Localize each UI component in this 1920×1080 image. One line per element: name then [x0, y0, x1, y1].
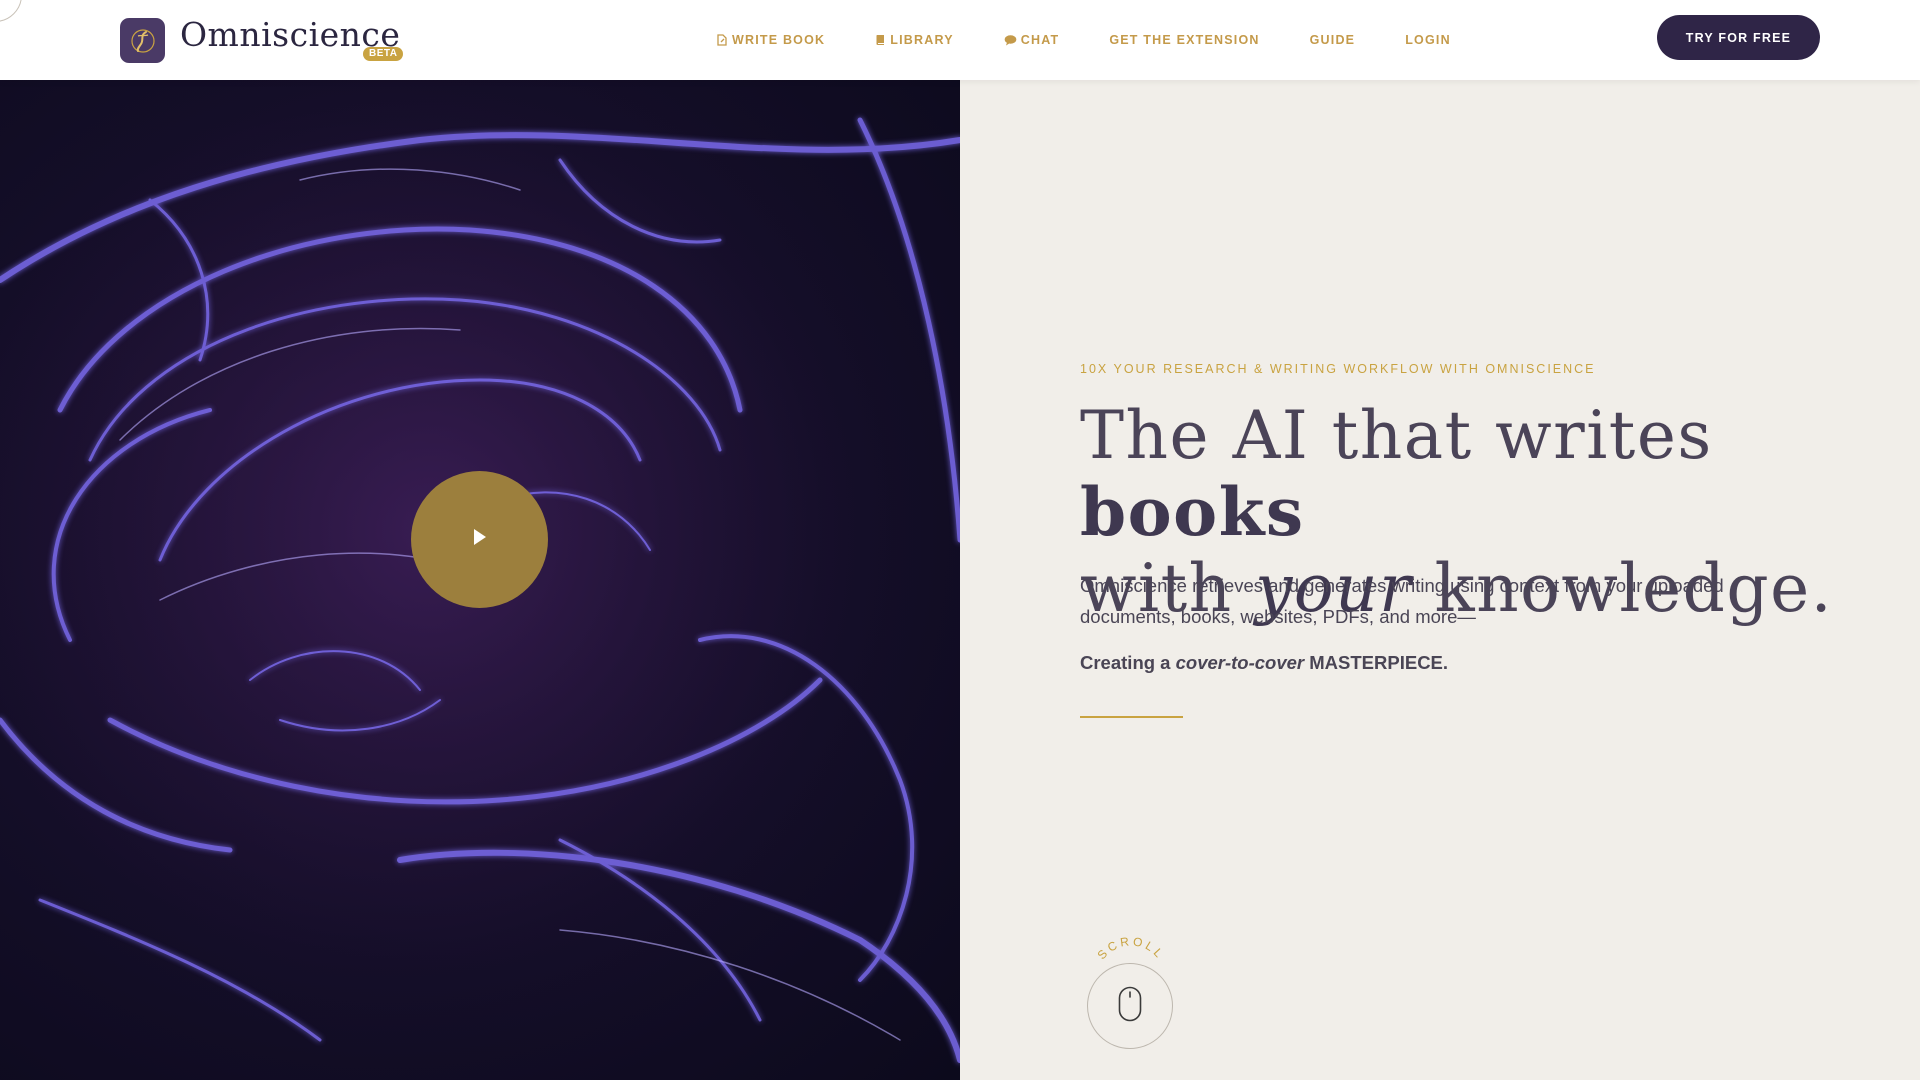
nav-chat-label: CHAT	[1020, 33, 1060, 47]
nav-guide-label: GUIDE	[1309, 33, 1356, 47]
nav-get-extension[interactable]: GET THE EXTENSION	[1109, 33, 1259, 47]
gold-divider	[1080, 716, 1183, 718]
site-header: Omniscience BETA WRITE BOOK LIBRARY CHAT…	[0, 0, 1920, 80]
play-icon	[471, 527, 489, 552]
hero-tagline: Creating a cover-to-cover MASTERPIECE.	[1080, 652, 1448, 674]
nav-write-book-label: WRITE BOOK	[732, 33, 826, 47]
scroll-indicator: SCROLL	[1077, 930, 1187, 1052]
hero-description: Omniscience retrieves and generates writ…	[1080, 575, 1724, 627]
nav-login-label: LOGIN	[1405, 33, 1451, 47]
hero-eyebrow: 10X YOUR RESEARCH & WRITING WORKFLOW WIT…	[1080, 362, 1596, 376]
play-video-button[interactable]	[411, 471, 548, 608]
write-book-icon	[716, 34, 728, 46]
tagline-italic: cover-to-cover	[1175, 652, 1305, 673]
tagline-suffix: MASTERPIECE.	[1304, 652, 1449, 673]
library-icon	[875, 34, 886, 46]
brand-name[interactable]: Omniscience	[180, 18, 400, 51]
tagline-prefix: Creating a	[1080, 652, 1176, 673]
hero-brain-image	[0, 80, 960, 1080]
mouse-icon	[1118, 986, 1142, 1027]
nav-library[interactable]: LIBRARY	[875, 33, 954, 47]
beta-badge: BETA	[363, 47, 404, 61]
headline-part1: The AI that writes	[1080, 397, 1713, 474]
nav-login[interactable]: LOGIN	[1405, 33, 1451, 47]
decorative-ring	[0, 0, 22, 22]
scroll-label: SCROLL	[1095, 934, 1165, 962]
try-for-free-button[interactable]: TRY FOR FREE	[1657, 15, 1820, 60]
scroll-button[interactable]	[1087, 963, 1173, 1049]
chat-icon	[1004, 34, 1017, 46]
nav-get-extension-label: GET THE EXTENSION	[1109, 33, 1260, 47]
book-logo-icon[interactable]	[120, 18, 165, 63]
nav-guide[interactable]: GUIDE	[1310, 33, 1356, 47]
nav-write-book[interactable]: WRITE BOOK	[716, 33, 825, 47]
nav-chat[interactable]: CHAT	[1004, 33, 1060, 47]
headline-bold-word: books	[1080, 473, 1305, 551]
svg-text:SCROLL: SCROLL	[1095, 934, 1168, 962]
nav-library-label: LIBRARY	[890, 33, 954, 47]
main-nav: WRITE BOOK LIBRARY CHAT GET THE EXTENSIO…	[716, 0, 1501, 80]
